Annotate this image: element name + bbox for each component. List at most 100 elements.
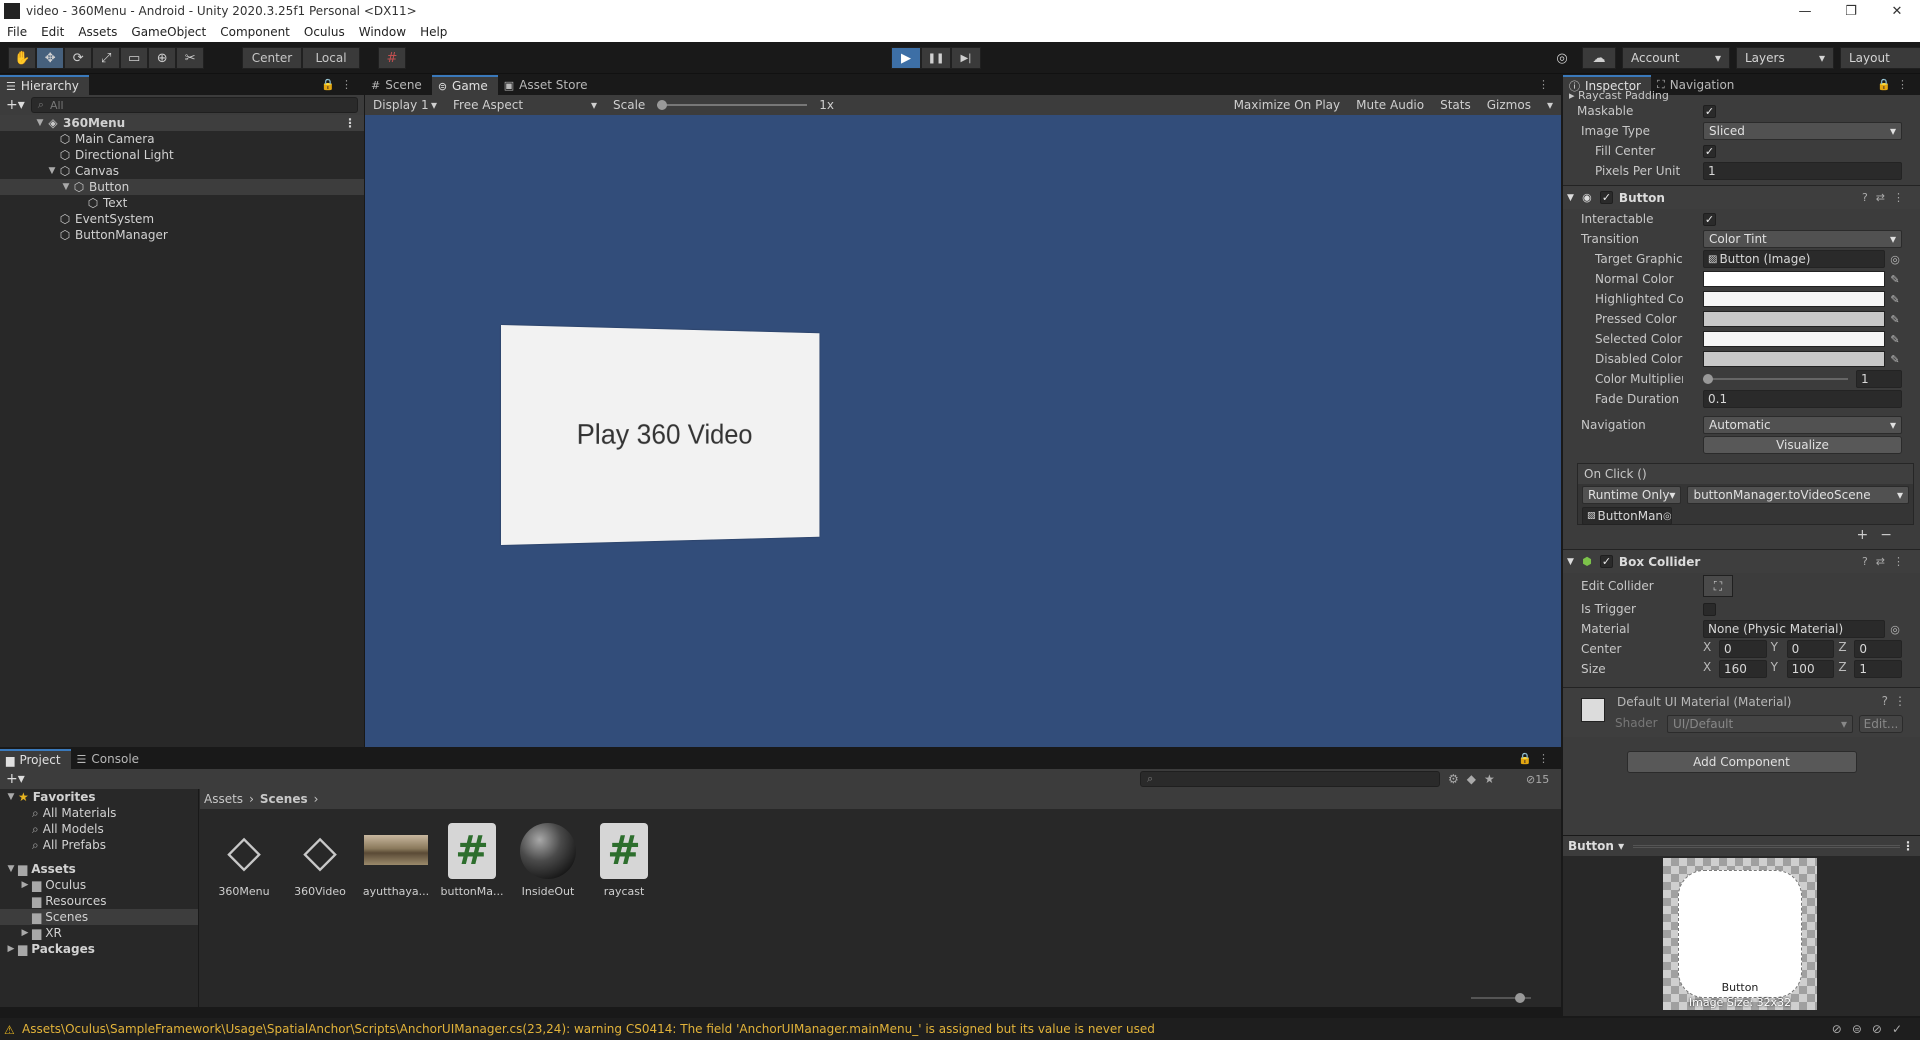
eyedropper-icon[interactable]: ✎ bbox=[1888, 293, 1902, 306]
component-help-settings-icons[interactable]: ?⇄⋮ bbox=[1862, 191, 1912, 204]
layers-dropdown[interactable]: Layers ▾ bbox=[1736, 47, 1834, 69]
custom-tool-button[interactable]: ✂ bbox=[176, 47, 205, 69]
object-picker-icon[interactable]: ◎ bbox=[1888, 253, 1902, 266]
expand-arrow-icon[interactable]: ▼ bbox=[46, 166, 58, 176]
shader-dropdown[interactable]: UI/Default ▾ bbox=[1667, 715, 1853, 733]
highlighted-color-swatch[interactable] bbox=[1703, 291, 1885, 307]
collab-button[interactable]: ☁ bbox=[1582, 47, 1616, 69]
panel-menu-icon[interactable]: ⋮ bbox=[1538, 78, 1555, 91]
breadcrumb-scenes[interactable]: Scenes bbox=[260, 792, 308, 806]
foldout-arrow-icon[interactable]: ▼ bbox=[1567, 557, 1574, 567]
target-graphic-field[interactable]: ▨ Button (Image) bbox=[1703, 250, 1885, 268]
eyedropper-icon[interactable]: ✎ bbox=[1888, 313, 1902, 326]
services-button[interactable]: ◎ bbox=[1548, 47, 1576, 69]
gizmos-toggle[interactable]: Gizmos bbox=[1479, 98, 1539, 112]
material-preview-swatch[interactable] bbox=[1581, 698, 1605, 722]
runtime-dropdown[interactable]: Runtime Only ▾ bbox=[1582, 486, 1682, 504]
slider-handle[interactable] bbox=[1515, 993, 1525, 1003]
asset-item[interactable]: # raycast bbox=[586, 823, 662, 898]
center-y-field[interactable]: 0 bbox=[1786, 640, 1835, 658]
ppu-field[interactable]: 1 bbox=[1703, 162, 1902, 180]
filter-icons[interactable]: ⚙◆★ bbox=[1448, 772, 1503, 786]
folder-tree-item[interactable]: ▶ ▆ XR bbox=[0, 925, 198, 941]
expand-arrow-icon[interactable]: ▼ bbox=[4, 792, 18, 802]
expand-arrow-icon[interactable]: ▼ bbox=[4, 864, 18, 874]
selected-color-swatch[interactable] bbox=[1703, 331, 1885, 347]
close-icon[interactable]: ✕ bbox=[1874, 4, 1920, 19]
folder-tree-item[interactable]: ⌕ All Materials bbox=[0, 805, 198, 821]
preview-drag-handle[interactable] bbox=[1633, 845, 1900, 848]
restore-icon[interactable]: ❐ bbox=[1828, 4, 1874, 19]
menu-assets[interactable]: Assets bbox=[71, 25, 124, 39]
component-help-settings-icons[interactable]: ?⇄⋮ bbox=[1862, 555, 1912, 568]
hierarchy-item[interactable]: ⬡ EventSystem bbox=[0, 211, 364, 227]
folder-tree-item[interactable]: ⌕ All Models bbox=[0, 821, 198, 837]
expand-arrow-icon[interactable]: ▶ bbox=[4, 944, 18, 954]
hidden-packages-count[interactable]: ⊘15 bbox=[1526, 773, 1549, 786]
asset-item[interactable]: ◇ 360Menu bbox=[206, 823, 282, 899]
image-type-dropdown[interactable]: Sliced ▾ bbox=[1703, 122, 1902, 140]
pivot-center-button[interactable]: Center bbox=[242, 47, 302, 69]
onclick-object-field[interactable]: ▨ ButtonMan ◎ bbox=[1582, 507, 1672, 525]
object-picker-icon[interactable]: ◎ bbox=[1663, 511, 1671, 522]
scale-slider-handle[interactable] bbox=[657, 100, 668, 110]
box-collider-enabled-checkbox[interactable]: ✓ bbox=[1599, 555, 1613, 568]
create-plus-icon[interactable]: +▾ bbox=[6, 771, 25, 787]
eyedropper-icon[interactable]: ✎ bbox=[1888, 273, 1902, 286]
object-picker-icon[interactable]: ◎ bbox=[1888, 623, 1902, 636]
account-dropdown[interactable]: Account ▾ bbox=[1622, 47, 1730, 69]
breadcrumb-assets[interactable]: Assets bbox=[204, 792, 243, 806]
normal-color-swatch[interactable] bbox=[1703, 271, 1885, 287]
grid-snap-button[interactable]: # bbox=[378, 47, 406, 69]
tab-project[interactable]: ▆ Project bbox=[0, 749, 71, 769]
menu-edit[interactable]: Edit bbox=[34, 25, 71, 39]
transition-dropdown[interactable]: Color Tint ▾ bbox=[1703, 230, 1902, 248]
foldout-arrow-icon[interactable]: ▼ bbox=[1567, 193, 1574, 203]
pause-button[interactable]: ❚❚ bbox=[921, 47, 951, 69]
asset-item[interactable]: ayutthaya... bbox=[358, 823, 434, 898]
hierarchy-item[interactable]: ⬡ Directional Light bbox=[0, 147, 364, 163]
stats-toggle[interactable]: Stats bbox=[1432, 98, 1479, 112]
expand-arrow-icon[interactable]: ▶ bbox=[18, 880, 32, 890]
is-trigger-checkbox[interactable] bbox=[1703, 602, 1716, 616]
edit-collider-button[interactable]: ⛶ bbox=[1703, 575, 1733, 597]
material-help-menu-icons[interactable]: ?⋮ bbox=[1882, 694, 1912, 708]
scale-slider[interactable] bbox=[657, 100, 808, 110]
pivot-local-button[interactable]: Local bbox=[302, 47, 360, 69]
folder-tree-item[interactable]: ▼ ★ Favorites bbox=[0, 789, 198, 805]
shader-edit-button[interactable]: Edit... bbox=[1859, 715, 1903, 733]
menu-component[interactable]: Component bbox=[213, 25, 297, 39]
asset-item[interactable]: InsideOut bbox=[510, 823, 586, 898]
function-dropdown[interactable]: buttonManager.toVideoScene ▾ bbox=[1687, 486, 1909, 504]
menu-file[interactable]: File bbox=[0, 25, 34, 39]
status-icons[interactable]: ⊘⊜⊘✓ bbox=[1832, 1022, 1912, 1036]
gizmos-dropdown-icon[interactable]: ▾ bbox=[1539, 98, 1561, 112]
slider-handle[interactable] bbox=[1703, 374, 1713, 384]
size-x-field[interactable]: 160 bbox=[1719, 660, 1767, 678]
menu-gameobject[interactable]: GameObject bbox=[124, 25, 213, 39]
aspect-dropdown[interactable]: Free Aspect ▾ bbox=[445, 98, 605, 112]
panel-lock-menu-icons[interactable]: 🔒⋮ bbox=[1518, 752, 1555, 765]
maximize-on-play-toggle[interactable]: Maximize On Play bbox=[1226, 98, 1349, 112]
tab-asset-store[interactable]: ▣ Asset Store bbox=[498, 75, 598, 95]
status-bar[interactable]: ⚠ Assets\Oculus\SampleFramework\Usage\Sp… bbox=[0, 1018, 1920, 1040]
asset-item[interactable]: ◇ 360Video bbox=[282, 823, 358, 899]
folder-tree-item[interactable]: ⌕ All Prefabs bbox=[0, 837, 198, 853]
move-tool-button[interactable]: ✥ bbox=[36, 47, 65, 69]
eyedropper-icon[interactable]: ✎ bbox=[1888, 353, 1902, 366]
menu-window[interactable]: Window bbox=[352, 25, 413, 39]
hierarchy-item[interactable]: ▼ ⬡ Canvas bbox=[0, 163, 364, 179]
transform-tool-button[interactable]: ⊕ bbox=[148, 47, 177, 69]
fill-center-checkbox[interactable]: ✓ bbox=[1703, 144, 1716, 158]
rotate-tool-button[interactable]: ⟳ bbox=[64, 47, 93, 69]
size-y-field[interactable]: 100 bbox=[1786, 660, 1835, 678]
scene-row[interactable]: ▼ ◈ 360Menu ⋮ bbox=[0, 115, 364, 131]
center-z-field[interactable]: 0 bbox=[1854, 640, 1903, 658]
visualize-button[interactable]: Visualize bbox=[1703, 436, 1902, 454]
add-component-button[interactable]: Add Component bbox=[1626, 751, 1857, 773]
preview-dropdown[interactable]: Button ▾ bbox=[1568, 839, 1624, 853]
hierarchy-item[interactable]: ▼ ⬡ Button bbox=[0, 179, 364, 195]
navigation-dropdown[interactable]: Automatic ▾ bbox=[1703, 416, 1902, 434]
tab-hierarchy[interactable]: ☰ Hierarchy bbox=[0, 75, 89, 95]
interactable-checkbox[interactable]: ✓ bbox=[1703, 212, 1716, 226]
